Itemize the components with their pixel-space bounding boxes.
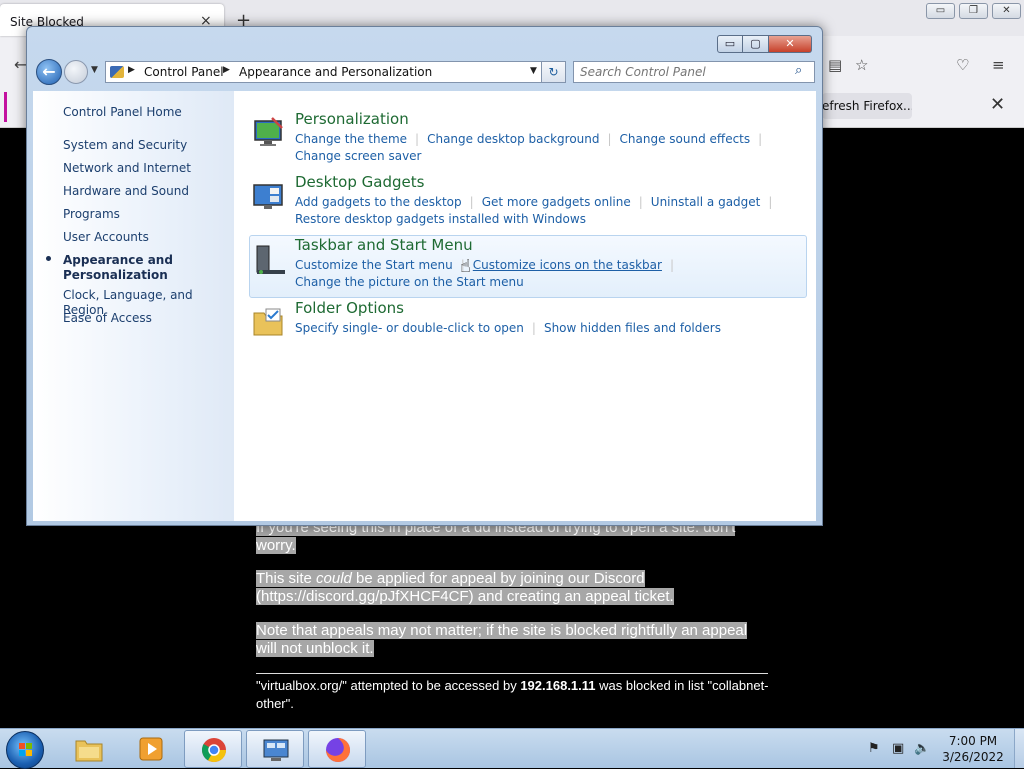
category-links: Add gadgets to the desktop | Get more gadg… (295, 195, 773, 226)
folder-options-icon (253, 308, 283, 336)
maximize-button[interactable]: ▢ (743, 35, 769, 53)
link-show-hidden-files[interactable]: Show hidden files and folders (544, 321, 721, 335)
back-button[interactable]: ← (36, 59, 62, 85)
blocked-para-2: This site could be applied for appeal by… (256, 570, 768, 606)
block-footer: "virtualbox.org/" attempted to be access… (256, 677, 776, 713)
para-3-text: Note that appeals may not matter; if the… (256, 622, 748, 657)
hand-cursor-icon: ☝ (460, 256, 471, 277)
category-title[interactable]: Personalization (295, 110, 409, 128)
link-uninstall-gadget[interactable]: Uninstall a gadget (651, 195, 761, 209)
sidebar-item-system-security[interactable]: System and Security (63, 138, 187, 153)
category-title[interactable]: Taskbar and Start Menu (295, 236, 473, 254)
footer-text-a: "virtualbox.org/" attempted to be access… (256, 678, 521, 693)
search-input[interactable] (573, 61, 815, 83)
blocked-para-3: Note that appeals may not matter; if the… (256, 622, 768, 658)
browser-close-button[interactable]: ✕ (992, 3, 1021, 19)
link-add-gadgets[interactable]: Add gadgets to the desktop (295, 195, 462, 209)
breadcrumb-arrow-icon[interactable]: ▶ (128, 65, 135, 75)
clock-date: 3/26/2022 (942, 750, 1004, 764)
para-2-em: could (316, 570, 352, 587)
pocket-icon[interactable]: ♡ (956, 56, 969, 74)
control-panel-small-icon (110, 66, 124, 78)
sidebar-item-appearance: Appearance and Personalization (63, 253, 173, 282)
taskbar-control-panel[interactable] (246, 730, 304, 768)
browser-minimize-button[interactable]: ▭ (926, 3, 955, 19)
para-2a: This site (256, 570, 317, 587)
bookmark-star-icon[interactable]: ☆ (855, 56, 868, 74)
recent-pages-chevron-icon[interactable]: ▼ (91, 65, 98, 75)
close-button[interactable]: ✕ (769, 35, 812, 53)
category-desktop-gadgets: Desktop Gadgets Add gadgets to the deskt… (249, 172, 807, 234)
link-change-start-picture[interactable]: Change the picture on the Start menu (295, 275, 524, 289)
breadcrumb-appearance[interactable]: Appearance and Personalization (239, 65, 432, 79)
notification-close-icon[interactable]: ✕ (990, 94, 1005, 115)
address-dropdown-icon[interactable]: ▼ (530, 66, 537, 76)
category-title[interactable]: Desktop Gadgets (295, 173, 424, 191)
link-single-double-click[interactable]: Specify single- or double-click to open (295, 321, 524, 335)
sidebar-item-programs[interactable]: Programs (63, 207, 120, 222)
windows-logo-icon (19, 743, 33, 757)
current-item-bullet-icon (46, 256, 51, 261)
sidebar: Control Panel Home System and Security N… (33, 91, 234, 521)
link-change-sound-effects[interactable]: Change sound effects (620, 132, 751, 146)
link-customize-taskbar-icons[interactable]: Customize icons on the taskbar (473, 258, 662, 272)
browser-window-controls: ▭ ❐ ✕ (926, 3, 1021, 19)
windows-explorer-icon (75, 740, 103, 762)
gadgets-icon (253, 184, 283, 209)
link-get-more-gadgets[interactable]: Get more gadgets online (482, 195, 631, 209)
sidebar-item-hardware-sound[interactable]: Hardware and Sound (63, 184, 189, 199)
control-panel-icon (263, 739, 289, 761)
network-icon[interactable]: ▣ (892, 741, 904, 756)
link-change-background[interactable]: Change desktop background (427, 132, 599, 146)
refresh-firefox-button[interactable]: efresh Firefox... (822, 93, 912, 119)
personalization-icon (254, 117, 283, 146)
link-change-screen-saver[interactable]: Change screen saver (295, 149, 422, 163)
taskbar-media-player[interactable] (122, 730, 180, 768)
window-controls: ▭ ▢ ✕ (717, 35, 812, 53)
taskbar: ⚑ ▣ 🔈 (0, 728, 1024, 769)
refresh-button[interactable]: ↻ (541, 61, 566, 83)
firefox-icon (326, 738, 350, 762)
taskbar-icon (256, 245, 285, 274)
category-folder-options: Folder Options Specify single- or double… (249, 298, 807, 360)
sidebar-item-user-accounts[interactable]: User Accounts (63, 230, 149, 245)
minimize-button[interactable]: ▭ (717, 35, 743, 53)
category-personalization: Personalization Change the theme | Change … (249, 109, 807, 171)
media-player-icon (139, 737, 163, 761)
menu-icon[interactable]: ≡ (992, 56, 1005, 74)
address-bar[interactable]: ▶ Control Panel ▶ Appearance and Persona… (105, 61, 565, 83)
footer-ip: 192.168.1.11 (520, 678, 596, 693)
link-change-theme[interactable]: Change the theme (295, 132, 407, 146)
start-button[interactable] (6, 731, 44, 769)
category-links: Customize the Start menu | Customize icons… (295, 258, 675, 289)
breadcrumb-control-panel[interactable]: Control Panel (144, 65, 224, 79)
sidebar-item-ease-of-access[interactable]: Ease of Access (63, 311, 152, 326)
breadcrumb-arrow-icon[interactable]: ▶ (223, 65, 230, 75)
reader-view-icon[interactable]: ▤ (828, 56, 842, 74)
link-restore-gadgets[interactable]: Restore desktop gadgets installed with W… (295, 212, 586, 226)
category-links: Specify single- or double-click to open |… (295, 321, 721, 335)
notification-accent (4, 92, 7, 122)
browser-restore-button[interactable]: ❐ (959, 3, 988, 19)
volume-icon[interactable]: 🔈 (914, 741, 930, 756)
search-icon[interactable]: ⌕ (795, 63, 802, 78)
sidebar-item-network[interactable]: Network and Internet (63, 161, 191, 176)
link-customize-start-menu[interactable]: Customize the Start menu (295, 258, 453, 272)
system-clock[interactable]: 7:00 PM 3/26/2022 (940, 733, 1006, 765)
taskbar-explorer[interactable] (60, 730, 118, 768)
clock-time: 7:00 PM (948, 734, 998, 748)
category-links: Change the theme | Change desktop backgrou… (295, 132, 763, 163)
sidebar-home-link[interactable]: Control Panel Home (63, 105, 182, 120)
taskbar-firefox[interactable] (308, 730, 366, 768)
forward-button[interactable] (64, 60, 88, 84)
control-panel-window: ▭ ▢ ✕ ← ▼ ▶ Control Panel ▶ Appearance a… (26, 26, 823, 526)
control-panel-content: Control Panel Home System and Security N… (33, 91, 816, 521)
chrome-icon (201, 738, 226, 763)
footer-divider (256, 673, 768, 674)
category-title[interactable]: Folder Options (295, 299, 404, 317)
network-error-icon[interactable]: ⚑ (868, 741, 880, 756)
category-taskbar-start: Taskbar and Start Menu Customize the Sta… (249, 235, 807, 298)
taskbar-chrome[interactable] (184, 730, 242, 768)
show-desktop-button[interactable] (1014, 729, 1024, 768)
